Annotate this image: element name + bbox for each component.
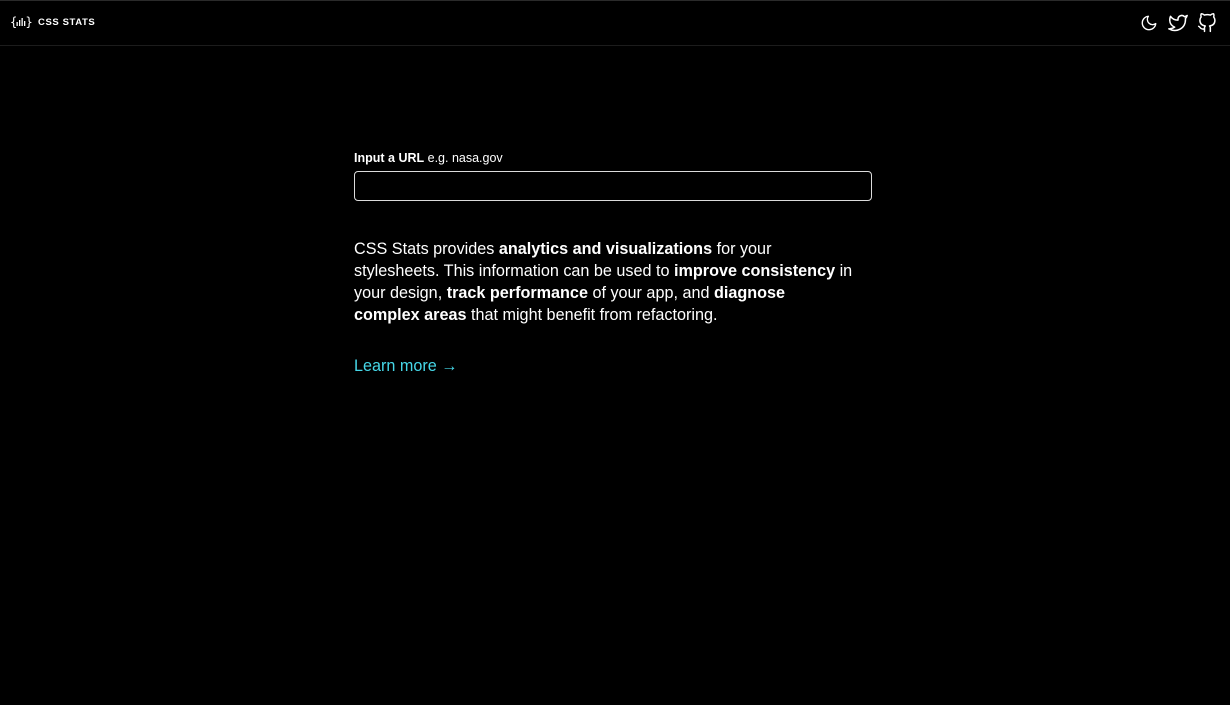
header-icon-group [1131,12,1218,34]
description-bold-3: track performance [446,284,588,302]
main-content: Input a URL e.g. nasa.gov CSS Stats prov… [354,151,872,376]
moon-icon[interactable] [1138,12,1160,34]
top-navigation-bar: { } CSS STATS [0,0,1230,46]
url-input[interactable] [354,171,872,201]
svg-text:}: } [26,15,33,29]
description-text-1: CSS Stats provides [354,240,499,258]
svg-text:{: { [10,15,17,29]
description-text-5: that might benefit from refactoring. [466,306,718,324]
brand-home-link[interactable]: { } CSS STATS [10,15,95,29]
url-label-hint: e.g. nasa.gov [427,151,503,165]
css-stats-logo-icon: { } [10,15,33,29]
twitter-icon[interactable] [1167,12,1189,34]
url-label-strong: Input a URL [354,151,425,165]
description-bold-1: analytics and visualizations [498,240,713,258]
learn-more-link[interactable]: Learn more → [354,357,457,376]
brand-name: CSS STATS [38,16,96,28]
description-paragraph: CSS Stats provides analytics and visuali… [354,238,854,326]
description-bold-2: improve consistency [674,262,836,280]
url-input-label: Input a URL e.g. nasa.gov [354,151,872,165]
github-icon[interactable] [1196,12,1218,34]
description-text-4: of your app, and [587,284,714,302]
